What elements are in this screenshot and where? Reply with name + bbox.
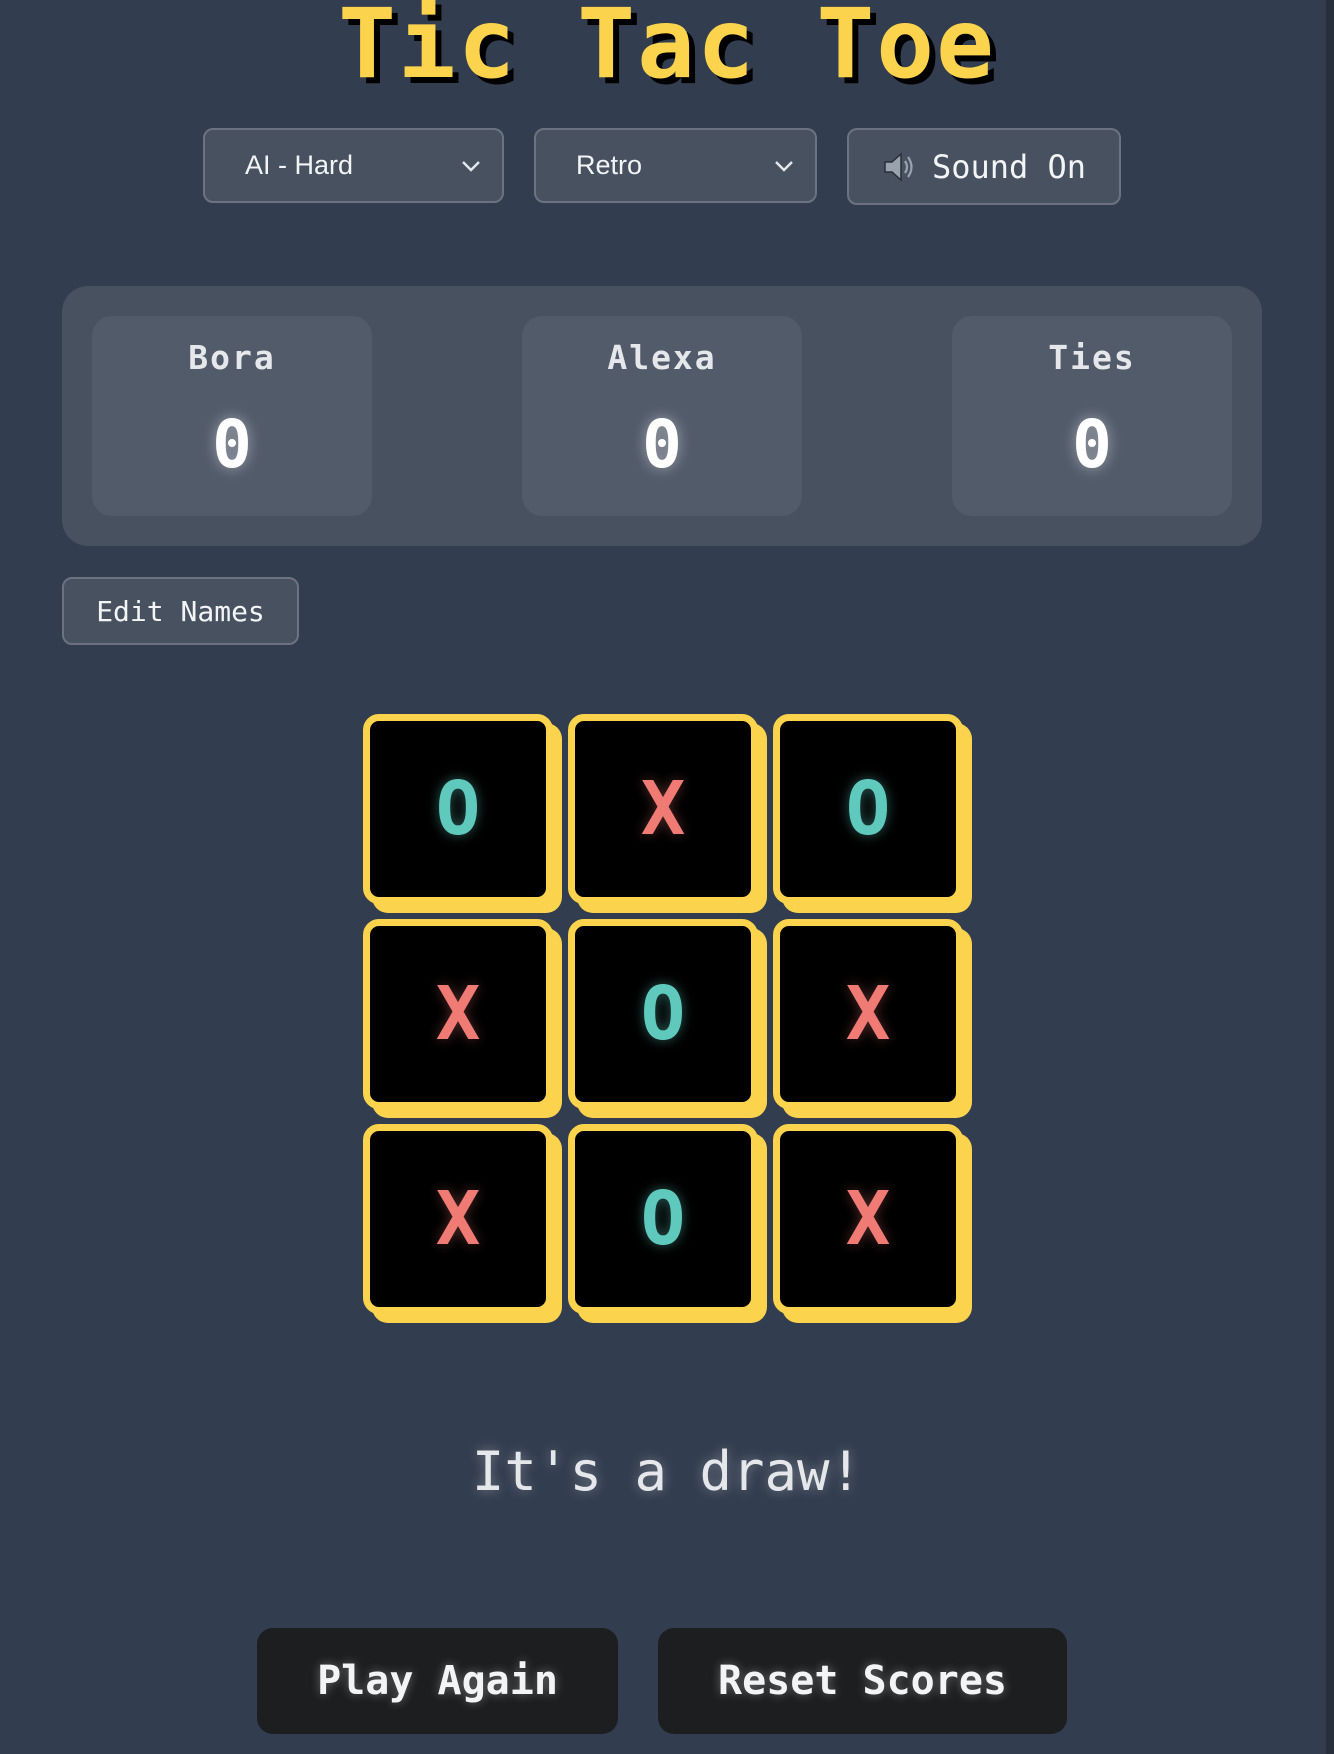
ties-score: 0 [1072,406,1112,483]
player-score: 0 [212,406,252,483]
edit-names-button[interactable]: Edit Names [62,577,299,645]
reset-scores-button[interactable]: Reset Scores [658,1628,1067,1734]
player-name: Bora [188,338,276,377]
mode-select[interactable]: AI - Hard [203,128,504,203]
board-cell[interactable]: O [363,714,553,904]
sound-toggle-label: Sound On [931,147,1087,186]
board-cell[interactable]: O [773,714,963,904]
controls-bar: AI - Hard Retro Sound On [0,128,1334,205]
theme-select[interactable]: Retro [534,128,817,203]
game-status-message: It's a draw! [471,1440,863,1503]
board-cell[interactable]: X [773,1124,963,1314]
mode-select-value: AI - Hard [245,150,354,180]
board-cell[interactable]: X [773,919,963,1109]
player-name: Alexa [607,338,717,377]
play-again-button[interactable]: Play Again [257,1628,618,1734]
board-cell[interactable]: O [568,1124,758,1314]
speaker-icon [884,151,913,182]
theme-select-value: Retro [576,150,643,180]
sound-toggle-button[interactable]: Sound On [847,128,1121,205]
game-board: O X O X O X X O X [363,714,973,1324]
score-card-ties: Ties 0 [952,316,1232,516]
chevron-down-icon [462,161,480,172]
board-cell[interactable]: X [568,714,758,904]
score-card-player-1: Bora 0 [92,316,372,516]
board-cell[interactable]: X [363,1124,553,1314]
player-score: 0 [642,406,682,483]
scoreboard: Bora 0 Alexa 0 Ties 0 [62,286,1262,546]
ties-label: Ties [1048,338,1136,377]
chevron-down-icon [775,161,793,172]
board-cell[interactable]: O [568,919,758,1109]
page-title: Tic Tac Toe [338,0,996,100]
board-cell[interactable]: X [363,919,553,1109]
score-card-player-2: Alexa 0 [522,316,802,516]
